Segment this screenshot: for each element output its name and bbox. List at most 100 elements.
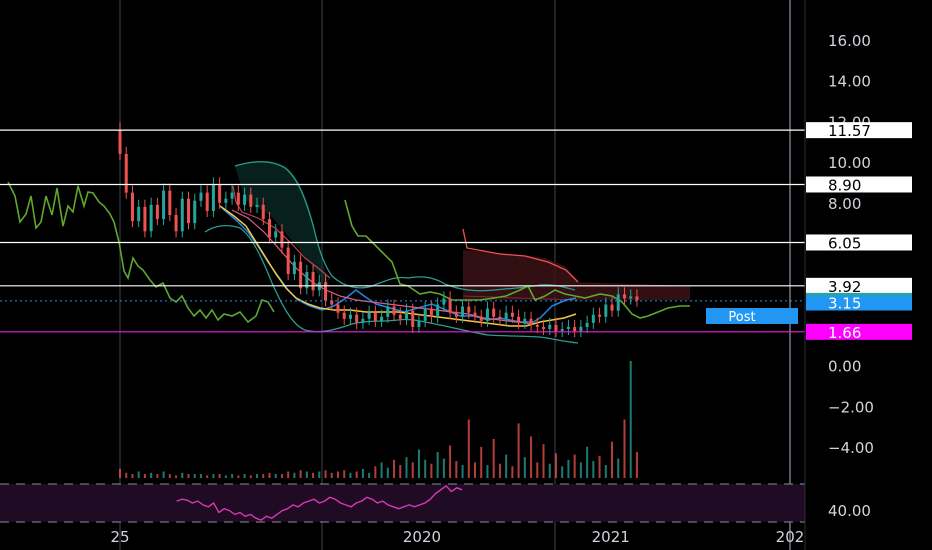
time-axis-tick-1: 2020: [403, 528, 441, 546]
candle-body-54: [454, 312, 458, 317]
price-axis-tick-6: 0.00: [828, 358, 861, 376]
candle-body-65: [523, 318, 527, 323]
volume-bar-54: [455, 461, 458, 478]
price-axis-tick-4: 8.00: [828, 195, 861, 213]
candle-body-13: [199, 192, 203, 201]
volume-bar-46: [405, 457, 408, 478]
candle-body-15: [211, 184, 215, 211]
volume-bar-69: [548, 463, 551, 478]
candle-body-74: [579, 326, 583, 332]
level-tag-label-4: 1.66: [828, 324, 861, 342]
candle-body-38: [355, 314, 359, 323]
candle-body-80: [616, 294, 620, 311]
candle-body-67: [535, 324, 539, 327]
volume-bar-15: [212, 474, 215, 478]
candle-body-9: [174, 215, 178, 232]
volume-bar-77: [598, 455, 601, 478]
candle-body-70: [554, 324, 558, 332]
volume-bar-80: [617, 458, 620, 478]
volume-bar-70: [554, 453, 557, 478]
level-tag-label-2: 6.05: [828, 234, 861, 252]
rsi-axis-tick: 40.00: [828, 502, 871, 520]
candle-body-2: [130, 192, 134, 222]
stock-chart: 16.0014.0012.0010.008.006.000.00−2.00−4.…: [0, 0, 932, 550]
level-tag-label-1: 8.90: [828, 176, 861, 194]
post-market-tag-label: 3.15: [828, 294, 861, 312]
candle-body-8: [168, 190, 172, 216]
candle-body-39: [361, 318, 365, 323]
candle-body-21: [249, 194, 253, 207]
candle-body-5: [149, 204, 153, 232]
volume-bar-50: [430, 463, 433, 478]
volume-bar-5: [150, 472, 153, 478]
volume-bar-19: [237, 475, 240, 478]
candle-body-56: [467, 306, 471, 313]
volume-bar-55: [461, 465, 464, 478]
price-axis-tick-1: 14.00: [828, 73, 871, 91]
candle-body-10: [180, 198, 184, 232]
volume-bar-18: [231, 474, 234, 478]
candle-body-61: [498, 316, 502, 319]
candle-body-49: [423, 308, 427, 321]
volume-bar-2: [131, 474, 134, 478]
candle-body-6: [155, 204, 159, 220]
volume-bar-47: [411, 462, 414, 478]
candle-body-52: [442, 298, 446, 305]
volume-bar-16: [218, 474, 221, 478]
volume-bar-20: [243, 474, 246, 478]
candle-body-46: [404, 310, 408, 319]
candle-body-44: [392, 306, 396, 315]
candle-body-58: [479, 316, 483, 321]
volume-bar-78: [604, 465, 607, 478]
candle-body-47: [411, 310, 415, 327]
volume-bar-43: [386, 467, 389, 478]
rsi-axis-label: 40.00: [828, 502, 871, 520]
time-axis-tick-3: 202: [776, 528, 805, 546]
candle-body-42: [380, 316, 384, 321]
candle-body-36: [342, 312, 346, 319]
candle-body-41: [373, 312, 377, 321]
volume-bar-41: [374, 466, 377, 478]
candle-body-37: [348, 314, 352, 319]
candle-body-22: [255, 204, 259, 207]
volume-bar-31: [312, 472, 315, 478]
volume-bar-76: [592, 461, 595, 478]
volume-bar-71: [561, 466, 564, 478]
candle-body-28: [292, 261, 296, 275]
volume-bar-45: [399, 465, 402, 478]
volume-bar-59: [486, 465, 489, 478]
volume-bar-49: [424, 459, 427, 478]
volume-bar-61: [498, 463, 501, 478]
volume-bar-40: [368, 472, 371, 478]
volume-bar-52: [442, 458, 445, 478]
candle-body-73: [573, 326, 577, 332]
candle-body-18: [230, 192, 234, 199]
candle-body-69: [548, 324, 552, 329]
volume-bar-21: [249, 475, 252, 478]
candle-body-71: [560, 328, 564, 332]
volume-bar-82: [629, 361, 632, 478]
volume-bar-12: [193, 474, 196, 478]
candle-body-77: [598, 314, 602, 317]
candle-body-14: [205, 192, 209, 211]
candle-body-50: [429, 308, 433, 317]
volume-bar-56: [467, 419, 470, 478]
volume-bar-65: [523, 457, 526, 478]
volume-bar-0: [119, 468, 121, 478]
volume-bar-62: [505, 454, 508, 478]
volume-bar-60: [492, 439, 495, 478]
level-tag-label-0: 11.57: [828, 122, 871, 140]
candle-body-64: [517, 316, 521, 323]
volume-bar-83: [635, 452, 638, 478]
candle-body-43: [386, 306, 390, 317]
candle-body-57: [473, 312, 477, 317]
volume-bar-39: [361, 468, 364, 478]
volume-bar-3: [137, 471, 140, 478]
volume-bar-53: [449, 445, 452, 478]
candle-body-27: [286, 247, 290, 275]
candle-body-63: [510, 312, 514, 317]
candle-body-16: [218, 184, 222, 203]
candle-body-40: [367, 312, 371, 319]
volume-bar-22: [256, 474, 259, 478]
volume-bar-73: [573, 454, 576, 478]
